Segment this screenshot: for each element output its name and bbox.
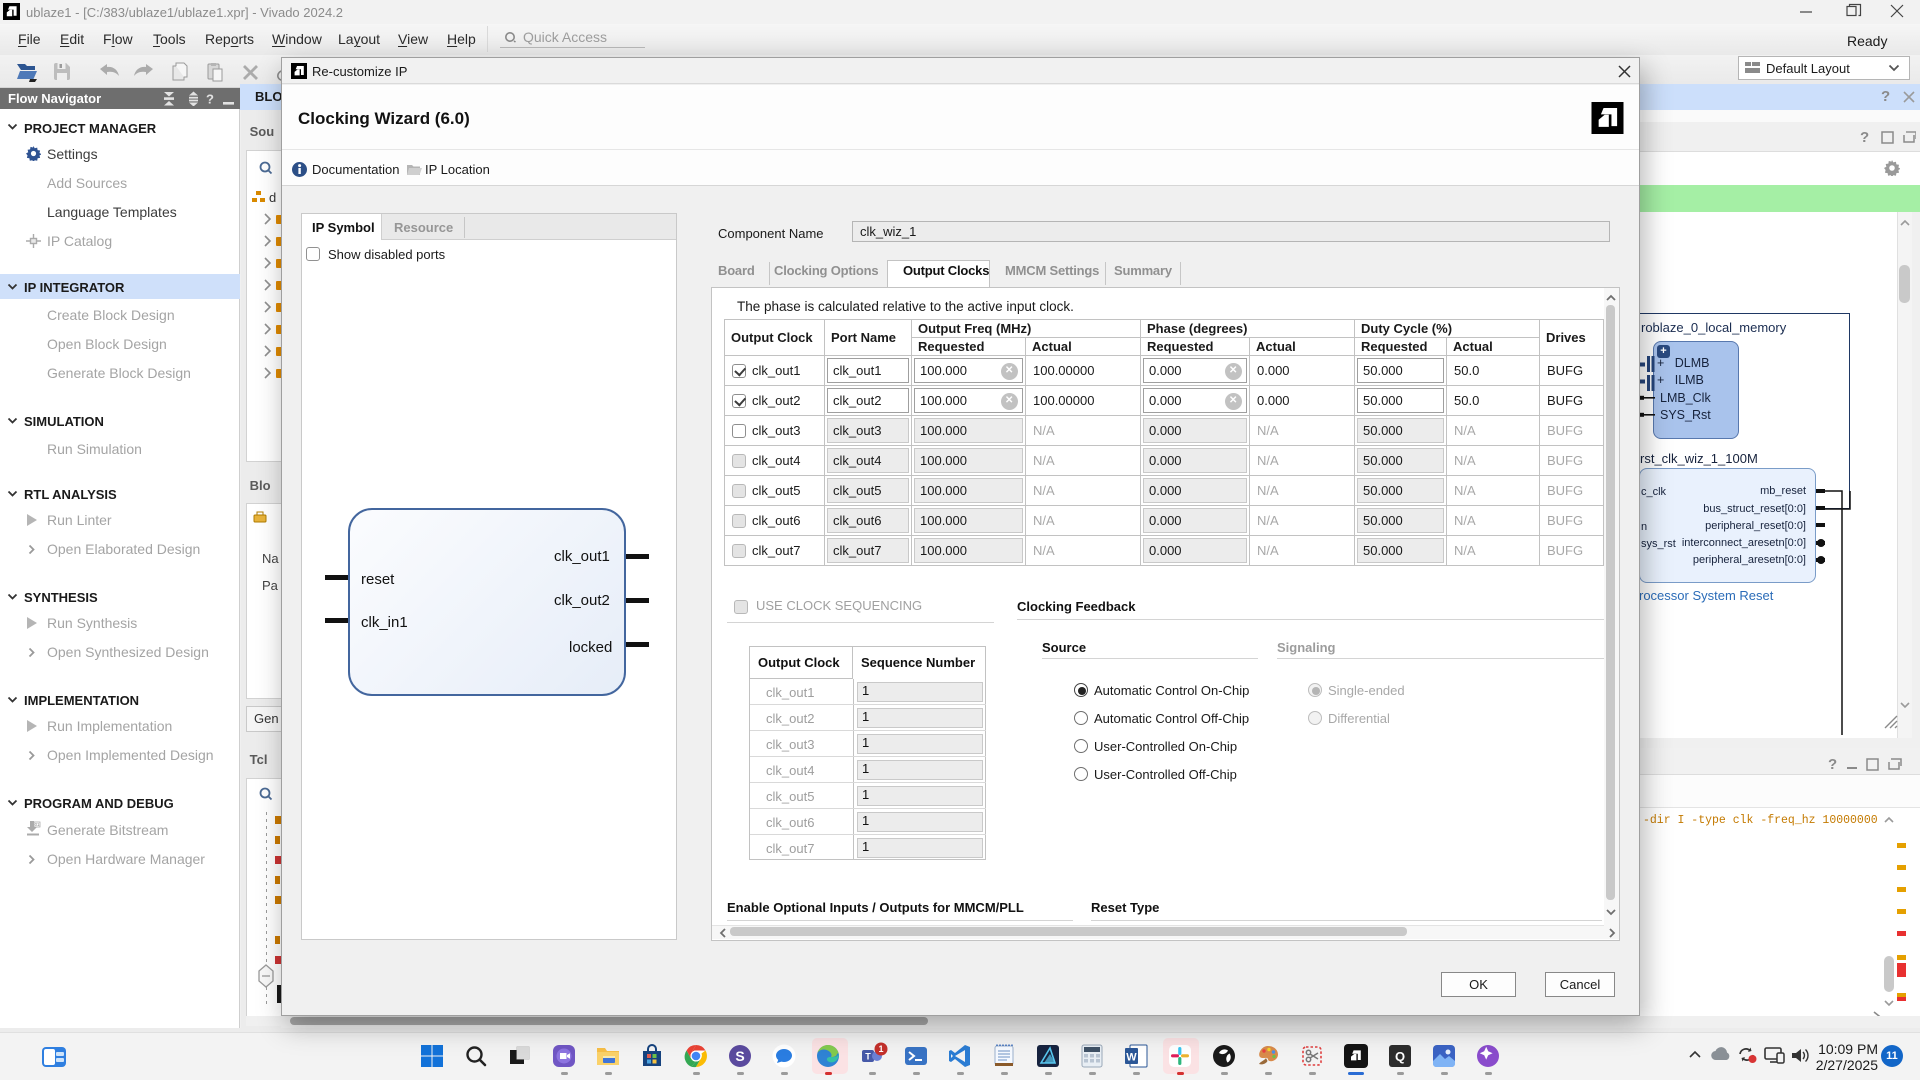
svg-text:?: ? [1828, 756, 1837, 772]
svg-text:1: 1 [878, 1044, 883, 1054]
svg-text:Q: Q [1395, 1049, 1405, 1064]
svg-text:S: S [735, 1048, 744, 1064]
svg-text:T: T [865, 1052, 871, 1062]
svg-text:01: 01 [35, 822, 40, 827]
svg-text:?: ? [206, 92, 214, 107]
svg-text:d: d [269, 190, 276, 204]
svg-text:W: W [1126, 1052, 1137, 1064]
svg-text:?: ? [1860, 129, 1869, 145]
